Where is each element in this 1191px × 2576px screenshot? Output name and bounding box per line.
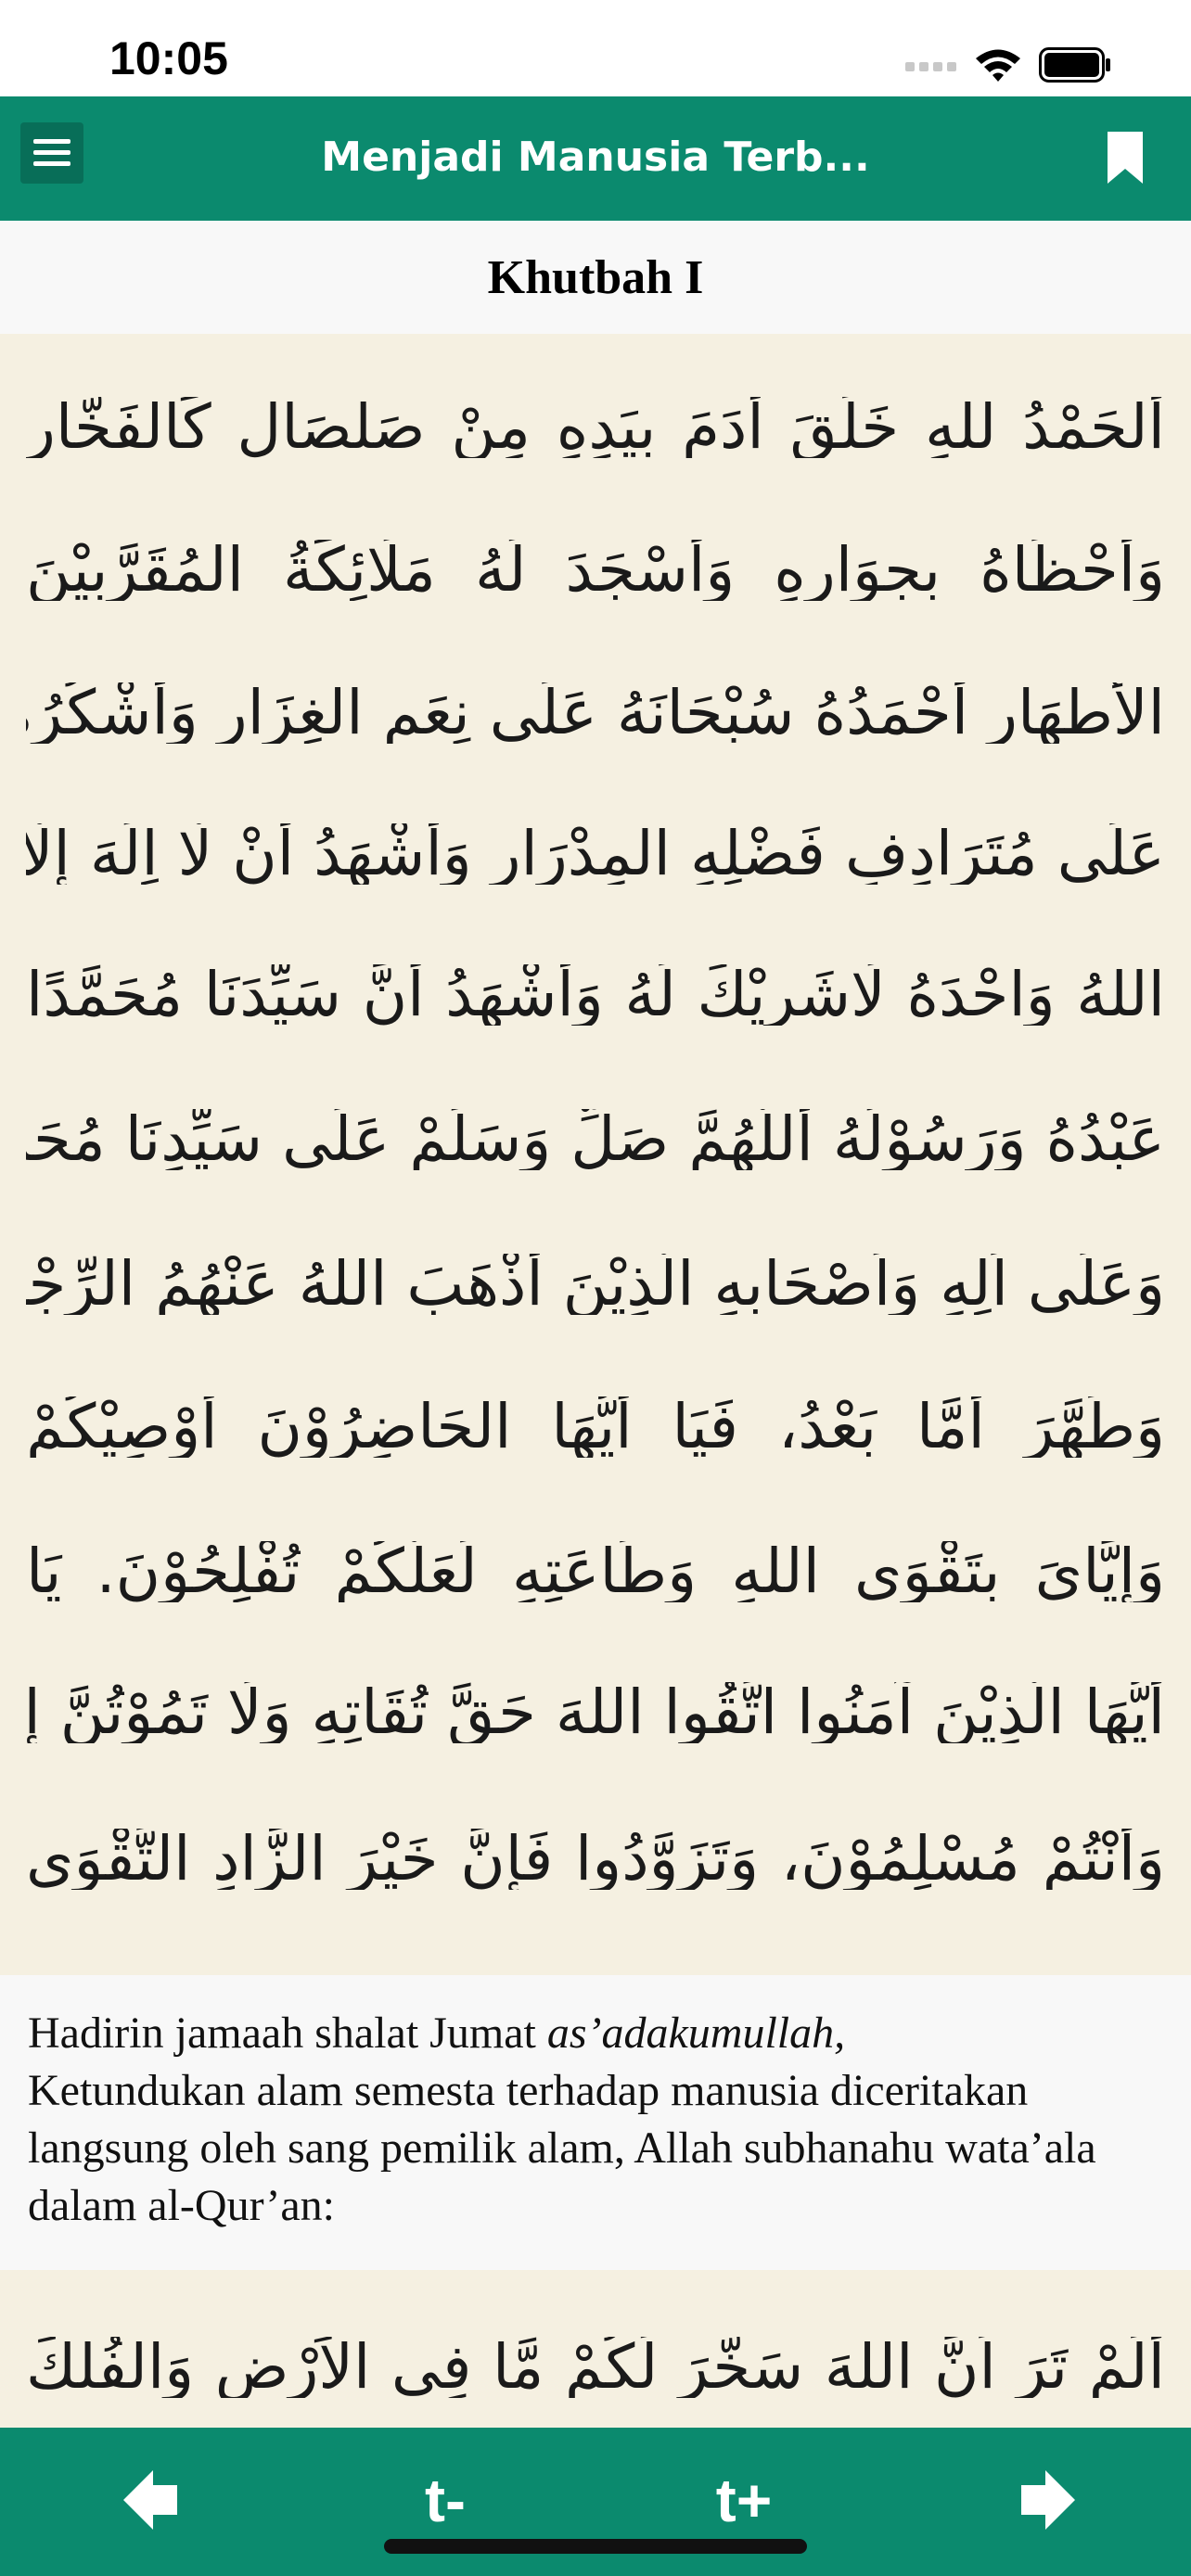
next-page-button[interactable] — [1011, 2455, 1085, 2544]
arabic-line: الْأَطْهَارِ أَحْمَدُهُ سُبْحَانَهُ عَلَ… — [26, 682, 1165, 744]
section-title: Khutbah I — [487, 251, 704, 304]
bottom-toolbar: t- t+ — [0, 2428, 1191, 2576]
arrow-left-icon — [123, 2470, 177, 2530]
arabic-line: وَطَهَّرَ أَمَّا بَعْدُ، فَيَا أَيُّهَا … — [26, 1396, 1165, 1458]
arabic-ayah-line: أَلَمْ تَرَ اَنَّ اللهَ سَخَّرَ لَكُمْ م… — [26, 2337, 1165, 2398]
translation-intro: Hadirin jamaah shalat Jumat — [28, 2009, 547, 2058]
arabic-line: عَبْدُهُ وَرَسُوْلُهُ أَللَّهُمَّ صَلِّ … — [26, 1109, 1165, 1170]
arabic-line: وَإِيَّايَ بِتَقْوَى اللهِ وَطَاعَتِهِ ل… — [26, 1541, 1165, 1602]
nav-title: Menjadi Manusia Terb... — [321, 134, 870, 181]
arabic-line: وَأَحْظَاهُ بِجِوَارِهِ وَأَسْجَدَ لَهُ … — [26, 540, 1165, 601]
status-icons — [905, 46, 1111, 83]
status-time: 10:05 — [109, 32, 228, 84]
translation-block: Hadirin jamaah shalat Jumat as’adakumull… — [0, 1975, 1191, 2270]
home-indicator — [384, 2539, 807, 2554]
translation-body: Ketundukan alam semesta terhadap manusia… — [28, 2066, 1096, 2230]
cellular-signal-icon — [905, 62, 956, 71]
increase-text-size-label: t+ — [715, 2466, 773, 2534]
arabic-ayah-block: أَلَمْ تَرَ اَنَّ اللهَ سَخَّرَ لَكُمْ م… — [0, 2270, 1191, 2428]
arabic-line: اللهُ وَاحْدَهُ لَاشَرِيْكَ لَهُ وَأَشْه… — [26, 964, 1165, 1026]
status-bar: 10:05 — [0, 0, 1191, 96]
bookmark-icon — [1108, 132, 1143, 184]
arabic-text-block: أَلْحَمْدُ للهِ خَلَقَ أَدَمَ بِيَدِهِ م… — [0, 334, 1191, 1975]
bookmark-button[interactable] — [1104, 130, 1146, 185]
arabic-line: أَلْحَمْدُ للهِ خَلَقَ أَدَمَ بِيَدِهِ م… — [26, 397, 1165, 458]
arabic-line: عَلَى مُتَرَادِفِ فَضْلِهِ الْمِدْرَارِ … — [26, 823, 1165, 885]
arabic-line: وَأَنْتُمْ مُسْلِمُوْنَ، وَتَزَوَّدُوا ف… — [26, 1829, 1165, 1890]
menu-button[interactable] — [20, 122, 83, 184]
arrow-right-icon — [1021, 2470, 1075, 2530]
wifi-icon — [976, 49, 1020, 82]
section-header: Khutbah I — [0, 221, 1191, 334]
nav-bar: Menjadi Manusia Terb... — [0, 96, 1191, 221]
translation-paragraph: Hadirin jamaah shalat Jumat as’adakumull… — [28, 2005, 1163, 2235]
decrease-text-size-label: t- — [425, 2466, 466, 2534]
hamburger-menu-icon — [33, 139, 70, 166]
increase-text-size-button[interactable]: t+ — [688, 2455, 800, 2544]
translation-intro-italic: as’adakumullah, — [546, 2009, 846, 2058]
battery-icon — [1039, 47, 1110, 83]
decrease-text-size-button[interactable]: t- — [390, 2455, 501, 2544]
arabic-line: وَعَلَى اَلِهِ وَاَصْحَابِهِ الَّذِيْنَ … — [26, 1254, 1165, 1315]
arabic-line: أَيُّهَا الَّذِيْنَ آمَنُوا اتَّقُوا الل… — [26, 1682, 1165, 1743]
previous-page-button[interactable] — [113, 2455, 187, 2544]
